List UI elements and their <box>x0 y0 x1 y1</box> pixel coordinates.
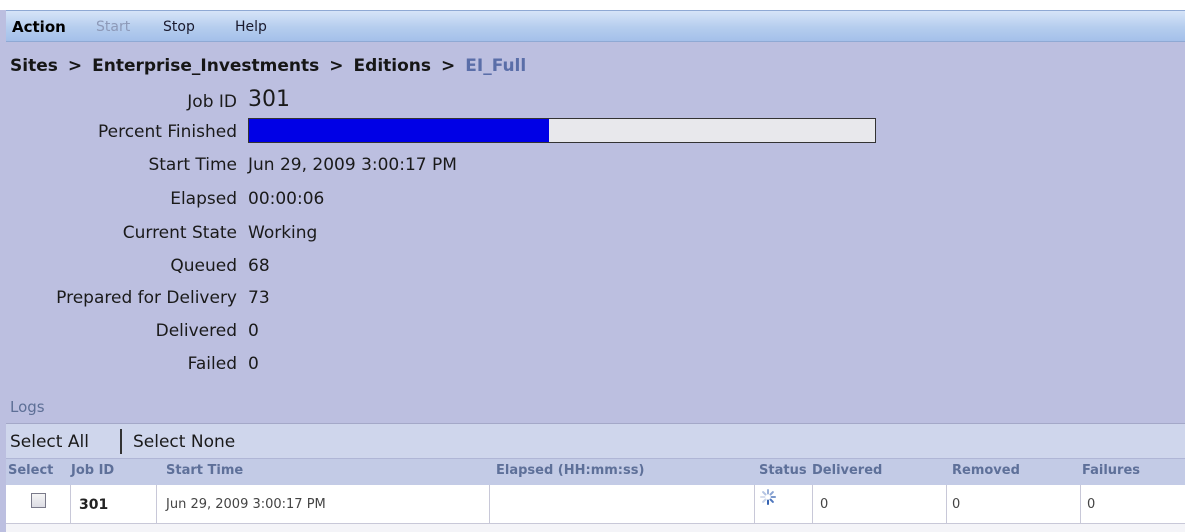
select-all-link[interactable]: Select All <box>10 432 89 452</box>
logs-table-header: Select Job ID Start Time Elapsed (HH:mm:… <box>6 459 1185 485</box>
menu-stop[interactable]: Stop <box>163 19 195 35</box>
table-row: 301 Jun 29, 2009 3:00:17 PM 0 0 0 <box>6 485 1185 524</box>
queued-label: Queued <box>170 256 237 276</box>
start-time-label: Start Time <box>148 155 237 175</box>
cell-divider <box>156 485 157 523</box>
cell-divider <box>1080 485 1081 523</box>
breadcrumb-separator: > <box>329 56 344 76</box>
menu-action[interactable]: Action <box>12 18 66 36</box>
row-failures: 0 <box>1087 497 1096 512</box>
col-delivered[interactable]: Delivered <box>812 463 882 478</box>
breadcrumb-separator: > <box>441 56 456 76</box>
failed-label: Failed <box>187 354 237 374</box>
col-start-time[interactable]: Start Time <box>166 463 243 478</box>
menu-help[interactable]: Help <box>235 19 267 35</box>
row-job-id[interactable]: 301 <box>79 497 108 513</box>
prepared-label: Prepared for Delivery <box>56 288 237 308</box>
cell-divider <box>812 485 813 523</box>
row-select-checkbox[interactable] <box>31 493 46 508</box>
queued-value: 68 <box>248 256 270 276</box>
job-id-value: 301 <box>248 87 290 112</box>
row-removed: 0 <box>952 497 961 512</box>
select-none-link[interactable]: Select None <box>133 432 235 452</box>
col-job-id[interactable]: Job ID <box>71 463 114 478</box>
current-state-label: Current State <box>122 223 237 243</box>
col-select[interactable]: Select <box>8 463 53 478</box>
cell-divider <box>70 485 71 523</box>
breadcrumb-sites[interactable]: Sites <box>10 56 58 76</box>
cell-divider <box>754 485 755 523</box>
elapsed-label: Elapsed <box>170 189 237 209</box>
breadcrumb-editions[interactable]: Editions <box>354 56 431 76</box>
cell-divider <box>946 485 947 523</box>
col-removed[interactable]: Removed <box>952 463 1020 478</box>
row-delivered: 0 <box>820 497 829 512</box>
job-id-label: Job ID <box>187 92 237 112</box>
progress-bar <box>248 118 876 143</box>
breadcrumb-enterprise[interactable]: Enterprise_Investments <box>92 56 319 76</box>
logs-panel: Select All Select None Select Job ID Sta… <box>6 423 1185 532</box>
menu-bar: Action Start Stop Help <box>6 10 1185 42</box>
prepared-value: 73 <box>248 288 270 308</box>
top-strip <box>0 0 1185 10</box>
progress-fill <box>249 119 550 142</box>
cell-divider <box>489 485 490 523</box>
select-divider <box>120 429 122 454</box>
start-time-value: Jun 29, 2009 3:00:17 PM <box>248 155 457 175</box>
col-status[interactable]: Status <box>759 463 807 478</box>
select-bar: Select All Select None <box>6 424 1185 459</box>
delivered-value: 0 <box>248 321 259 341</box>
col-elapsed[interactable]: Elapsed (HH:mm:ss) <box>496 463 644 478</box>
breadcrumb-separator: > <box>67 56 83 76</box>
menu-start[interactable]: Start <box>96 19 130 35</box>
logs-heading: Logs <box>10 398 45 416</box>
col-failures[interactable]: Failures <box>1082 463 1140 478</box>
spinner-icon <box>760 489 776 509</box>
current-state-value: Working <box>248 223 318 243</box>
breadcrumb-current: EI_Full <box>465 56 527 76</box>
breadcrumb: Sites > Enterprise_Investments > Editions > EI… <box>10 56 526 76</box>
failed-value: 0 <box>248 354 259 374</box>
elapsed-value: 00:00:06 <box>248 189 325 209</box>
row-start-time: Jun 29, 2009 3:00:17 PM <box>166 497 326 512</box>
percent-finished-label: Percent Finished <box>97 122 237 142</box>
delivered-label: Delivered <box>155 321 237 341</box>
